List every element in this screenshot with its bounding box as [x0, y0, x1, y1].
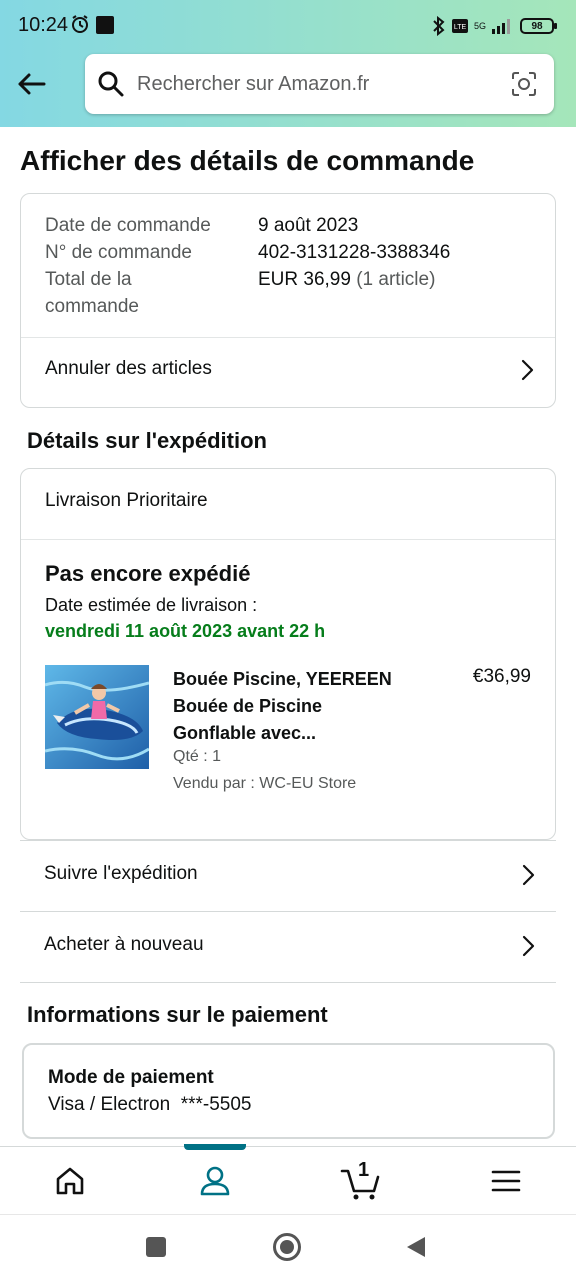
track-shipment-label: Suivre l'expédition — [44, 863, 198, 884]
chevron-right-icon — [522, 864, 535, 886]
home-icon[interactable] — [52, 1163, 88, 1199]
order-total-value: EUR 36,99 (1 article) — [258, 266, 435, 293]
menu-icon[interactable] — [488, 1163, 524, 1199]
order-date-label: Date de commande — [45, 215, 211, 236]
home-button-icon[interactable] — [272, 1232, 302, 1262]
product-price: €36,99 — [472, 666, 531, 687]
svg-text:LTE: LTE — [454, 24, 467, 31]
buy-again-row[interactable]: Acheter à nouveau — [20, 912, 556, 982]
recent-apps-icon[interactable] — [145, 1236, 167, 1258]
cart-count: 1 — [358, 1159, 370, 1181]
bluetooth-icon — [433, 16, 445, 36]
product-photo — [45, 665, 149, 769]
buy-again-label: Acheter à nouveau — [44, 934, 204, 955]
payment-method-value: Visa / Electron ***-5505 — [48, 1094, 252, 1115]
search-bar[interactable] — [85, 54, 554, 114]
chevron-right-icon — [522, 935, 535, 957]
status-icons: LTE 5G 98 — [432, 14, 557, 38]
payment-method-title: Mode de paiement — [48, 1067, 214, 1088]
account-icon[interactable] — [197, 1163, 233, 1199]
system-navigation-bar — [0, 1214, 576, 1280]
product-quantity: Qté : 1 — [173, 748, 222, 765]
status-bar: 10:24 LTE 5G 98 — [0, 0, 576, 52]
order-total-amount: EUR 36,99 — [258, 269, 351, 290]
back-triangle-icon[interactable] — [405, 1235, 427, 1259]
order-number-value: 402-3131228-3388346 — [258, 242, 451, 263]
product-title-line1: Bouée Piscine, YEEREEN — [173, 669, 392, 689]
product-image[interactable] — [45, 665, 149, 769]
divider — [21, 539, 555, 540]
product-seller: Vendu par : WC-EU Store — [173, 775, 357, 792]
search-icon — [98, 71, 124, 97]
camera-search-icon[interactable] — [510, 70, 538, 98]
product-title[interactable]: Bouée Piscine, YEEREEN Bouée de Piscine … — [173, 666, 433, 747]
cart-button[interactable]: 1 — [340, 1159, 384, 1203]
payment-section-title: Informations sur le paiement — [27, 1002, 328, 1027]
signal-icon — [492, 19, 510, 34]
order-number-label: N° de commande — [45, 242, 192, 263]
page-title: Afficher des détails de commande — [20, 145, 475, 176]
order-total-items: (1 article) — [356, 269, 436, 290]
network-type: 5G — [473, 21, 486, 31]
alarm-icon — [72, 15, 88, 33]
app-header: 10:24 LTE 5G 98 — [0, 0, 576, 127]
active-tab-indicator — [184, 1144, 246, 1150]
chevron-right-icon — [521, 359, 534, 381]
shipping-method: Livraison Prioritaire — [45, 490, 208, 511]
order-total-label: Total de la commande — [45, 266, 139, 320]
battery-icon: 98 — [520, 18, 557, 34]
back-arrow-icon[interactable] — [14, 66, 50, 102]
order-total-label-line2: commande — [45, 296, 139, 317]
product-title-line3: Gonflable avec... — [173, 723, 317, 743]
track-shipment-row[interactable]: Suivre l'expédition — [20, 841, 556, 911]
order-date-value: 9 août 2023 — [258, 215, 359, 236]
search-input[interactable] — [137, 68, 497, 100]
product-title-line2: Bouée de Piscine — [173, 696, 323, 716]
shipping-section-title: Détails sur l'expédition — [27, 428, 267, 453]
bottom-navigation: 1 — [0, 1144, 576, 1214]
order-summary-card: Date de commande 9 août 2023 N° de comma… — [20, 193, 556, 408]
status-time: 10:24 — [18, 14, 69, 36]
notification-icon — [96, 16, 114, 34]
divider — [20, 982, 556, 983]
estimated-delivery-date: vendredi 11 août 2023 avant 22 h — [45, 621, 326, 641]
order-total-label-line1: Total de la — [45, 269, 132, 290]
shipment-card: Livraison Prioritaire Pas encore expédié… — [20, 468, 556, 840]
shipment-status: Pas encore expédié — [45, 561, 251, 586]
payment-method-card: Mode de paiement Visa / Electron ***-550… — [22, 1043, 555, 1139]
estimated-delivery-label: Date estimée de livraison : — [45, 595, 258, 615]
cancel-items-row[interactable]: Annuler des articles — [21, 338, 555, 407]
volte-icon: LTE — [451, 19, 468, 33]
cancel-items-label: Annuler des articles — [45, 358, 212, 379]
